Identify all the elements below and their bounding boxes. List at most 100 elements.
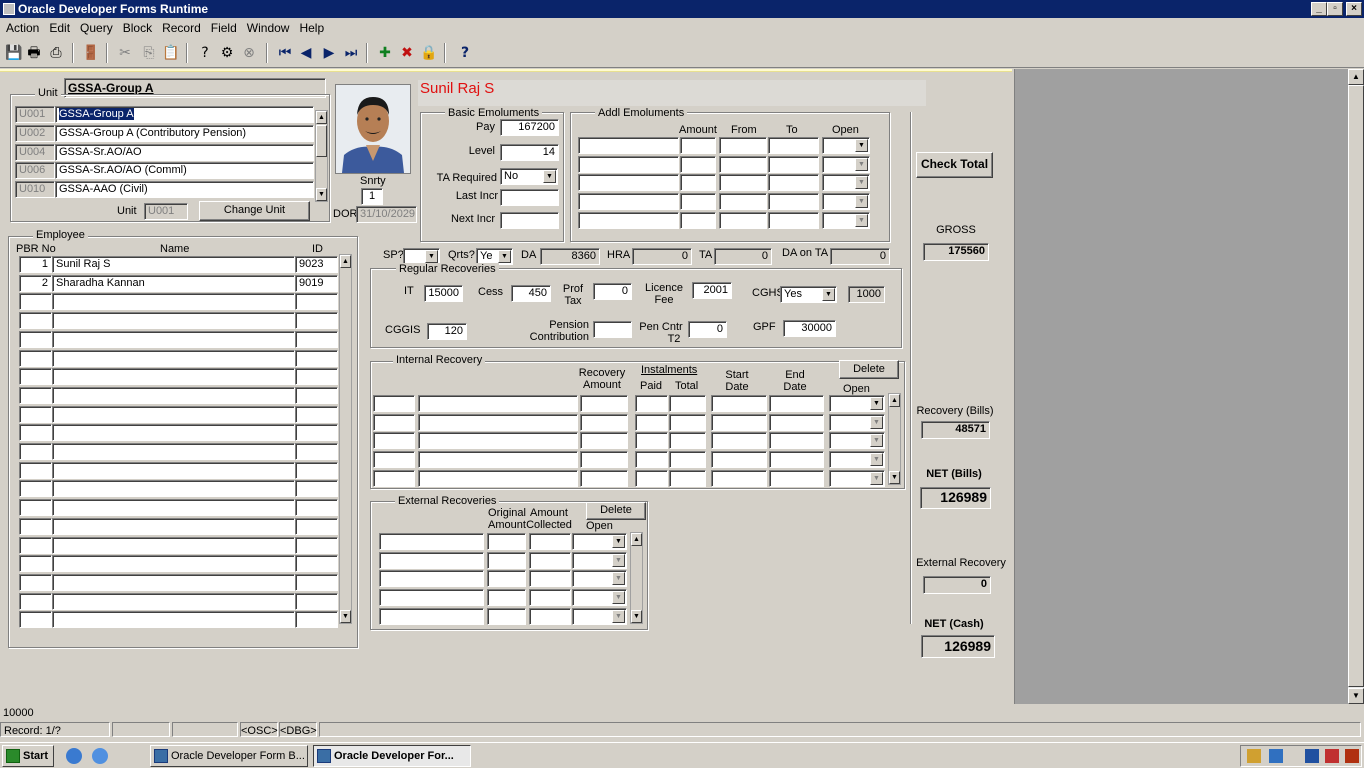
employee-id-field[interactable]	[295, 499, 338, 517]
internal-open-select[interactable]: ▼	[829, 413, 885, 431]
recovery-name-field[interactable]	[418, 451, 578, 469]
pbr-field[interactable]	[19, 517, 52, 535]
external-name-field[interactable]	[379, 570, 484, 588]
external-open-select[interactable]: ▼	[572, 589, 627, 607]
hra-field[interactable]: 0	[632, 248, 692, 265]
recovery-name-field[interactable]	[418, 432, 578, 450]
gpf-field[interactable]: 30000	[783, 320, 836, 337]
menu-edit[interactable]: Edit	[43, 18, 74, 38]
previous-record-icon[interactable]: ◀	[297, 44, 315, 62]
addl-open-select[interactable]: ▼	[822, 137, 870, 154]
pbr-field[interactable]	[19, 573, 52, 591]
employee-id-field[interactable]	[295, 517, 338, 535]
employee-id-field[interactable]	[295, 368, 338, 386]
dropdown-arrow-icon[interactable]: ▼	[870, 434, 883, 448]
end-date-field[interactable]	[769, 451, 824, 469]
instalments-total-field[interactable]	[669, 395, 706, 412]
next-incr-field[interactable]	[500, 212, 559, 229]
employee-name-field[interactable]	[52, 499, 295, 517]
da-on-ta-field[interactable]: 0	[830, 248, 890, 265]
last-record-icon[interactable]: ⏭	[342, 44, 360, 62]
addl-open-select[interactable]: ▼	[822, 193, 870, 211]
print-setup-icon[interactable]: ⎙	[47, 44, 65, 62]
instalments-paid-field[interactable]	[635, 432, 668, 450]
employee-name-field[interactable]: Sunil Raj S	[52, 256, 295, 273]
employee-name-field[interactable]	[52, 536, 295, 554]
recovery-code-field[interactable]	[373, 432, 415, 450]
original-amount-field[interactable]	[487, 533, 526, 550]
da-field[interactable]: 8360	[540, 248, 600, 265]
tray-security-icon[interactable]	[1325, 749, 1339, 763]
last-incr-field[interactable]	[500, 189, 559, 206]
employee-name-field[interactable]	[52, 555, 295, 573]
unit-code-field[interactable]: U010	[15, 181, 55, 198]
pbr-field[interactable]	[19, 461, 52, 479]
internal-open-select[interactable]: ▼	[829, 469, 885, 487]
addl-name-field[interactable]	[578, 155, 679, 173]
employee-id-field[interactable]	[295, 592, 338, 610]
exit-icon[interactable]: 🚪	[82, 44, 100, 62]
addl-to-field[interactable]	[768, 174, 819, 192]
start-date-field[interactable]	[711, 413, 767, 431]
prof-tax-field[interactable]: 0	[593, 283, 632, 300]
dropdown-arrow-icon[interactable]: ▼	[612, 553, 625, 567]
employee-scrollbar[interactable]: ▲ ▼	[339, 254, 352, 624]
pen-cntr-t2-field[interactable]: 0	[688, 321, 727, 338]
dropdown-arrow-icon[interactable]: ▼	[612, 572, 625, 586]
unit-name-field[interactable]: GSSA-Group A	[55, 106, 314, 123]
dropdown-arrow-icon[interactable]: ▼	[855, 213, 868, 227]
external-open-select[interactable]: ▼	[572, 533, 627, 550]
employee-name-field[interactable]: Sharadha Kannan	[52, 274, 295, 292]
recovery-code-field[interactable]	[373, 413, 415, 431]
unit-scrollbar[interactable]: ▲ ▼	[315, 110, 328, 202]
addl-to-field[interactable]	[768, 193, 819, 211]
amount-collected-field[interactable]	[529, 607, 571, 625]
pbr-field[interactable]	[19, 611, 52, 629]
pension-contribution-field[interactable]	[593, 321, 632, 338]
maximize-button[interactable]: ▫	[1327, 2, 1343, 16]
start-date-field[interactable]	[711, 395, 767, 412]
help-icon[interactable]: ?	[456, 44, 474, 62]
original-amount-field[interactable]	[487, 607, 526, 625]
amount-collected-field[interactable]	[529, 533, 571, 550]
original-amount-field[interactable]	[487, 551, 526, 569]
external-open-select[interactable]: ▼	[572, 607, 627, 625]
recovery-name-field[interactable]	[418, 469, 578, 487]
recovery-amount-field[interactable]	[580, 395, 628, 412]
instalments-total-field[interactable]	[669, 432, 706, 450]
external-recovery-field[interactable]: 0	[923, 576, 991, 594]
close-button[interactable]: ×	[1346, 2, 1362, 16]
pbr-field[interactable]	[19, 480, 52, 498]
pbr-field[interactable]	[19, 386, 52, 404]
external-open-select[interactable]: ▼	[572, 570, 627, 588]
employee-id-field[interactable]	[295, 480, 338, 498]
enter-query-icon[interactable]: ?	[196, 44, 214, 62]
ta-field[interactable]: 0	[714, 248, 772, 265]
scroll-up-icon[interactable]: ▲	[889, 394, 900, 407]
addl-to-field[interactable]	[768, 155, 819, 173]
employee-name-field[interactable]	[52, 573, 295, 591]
cggis-field[interactable]: 120	[427, 323, 467, 340]
instalments-paid-field[interactable]	[635, 469, 668, 487]
first-record-icon[interactable]: ⏮	[276, 44, 294, 62]
net-bills-field[interactable]: 126989	[920, 487, 991, 509]
recovery-name-field[interactable]	[418, 413, 578, 431]
pbr-field[interactable]	[19, 330, 52, 348]
menu-window[interactable]: Window	[241, 18, 294, 38]
external-name-field[interactable]	[379, 533, 484, 550]
dropdown-arrow-icon[interactable]: ▼	[870, 453, 883, 467]
addl-from-field[interactable]	[719, 211, 767, 229]
level-field[interactable]: 14	[500, 144, 559, 161]
employee-name-field[interactable]	[52, 517, 295, 535]
employee-id-field[interactable]	[295, 293, 338, 311]
pbr-field[interactable]	[19, 499, 52, 517]
dor-field[interactable]: 31/10/2029	[356, 206, 417, 223]
external-recovery-scrollbar[interactable]: ▲ ▼	[630, 532, 643, 624]
external-name-field[interactable]	[379, 607, 484, 625]
employee-id-field[interactable]	[295, 405, 338, 423]
employee-name-field[interactable]	[52, 386, 295, 404]
recovery-name-field[interactable]	[418, 395, 578, 412]
lock-record-icon[interactable]: 🔒	[420, 44, 438, 62]
external-name-field[interactable]	[379, 551, 484, 569]
addl-from-field[interactable]	[719, 137, 767, 154]
